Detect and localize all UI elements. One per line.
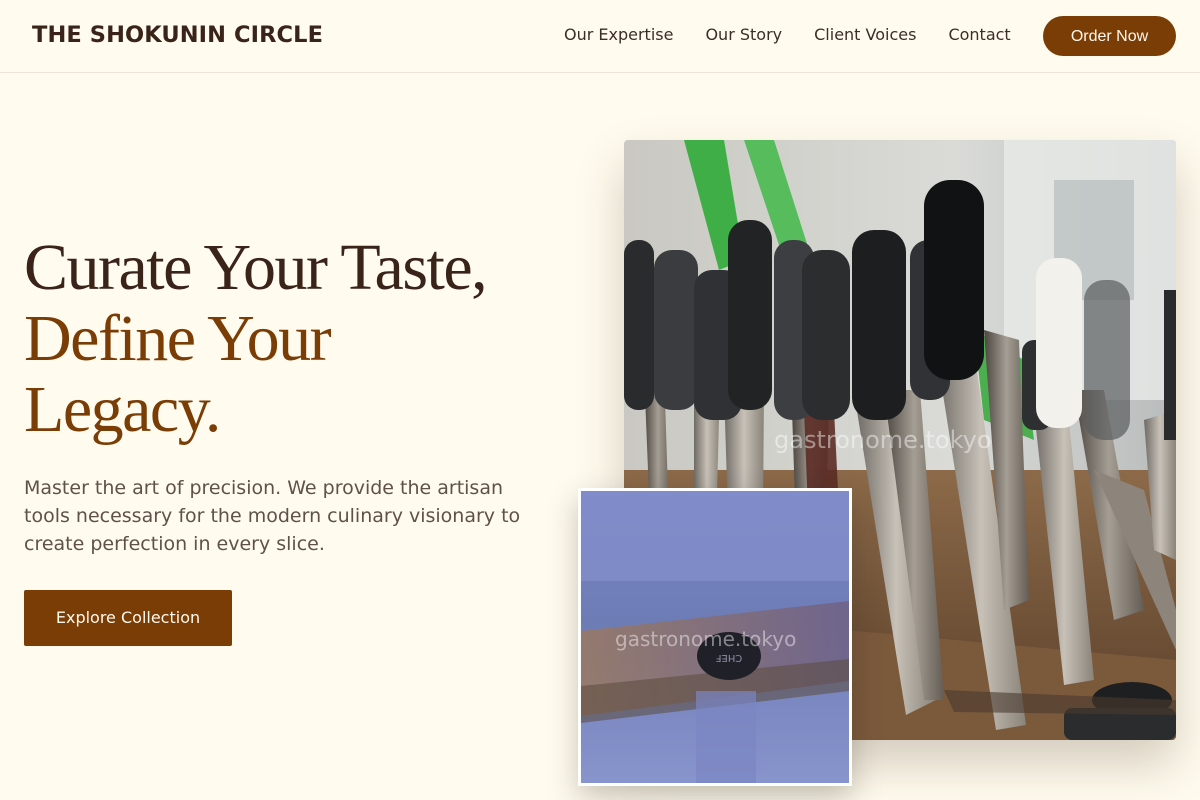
inset-handle-label: CHEF — [715, 652, 742, 663]
headline-line-1: Curate Your Taste, — [24, 231, 488, 304]
cutting-board-illustration: CHEF — [581, 491, 849, 783]
main-nav: Our Expertise Our Story Client Voices Co… — [564, 24, 1011, 46]
order-now-button[interactable]: Order Now — [1043, 16, 1176, 56]
hero-headline: Curate Your Taste, Define Your Legacy. — [24, 231, 488, 446]
nav-link-client-voices[interactable]: Client Voices — [814, 24, 916, 46]
nav-link-contact[interactable]: Contact — [948, 24, 1010, 46]
hero-subtext: Master the art of precision. We provide … — [24, 477, 521, 555]
nav-link-our-expertise[interactable]: Our Expertise — [564, 24, 673, 46]
cutting-board-photo: CHEF gastronome.tokyo — [578, 488, 852, 786]
headline-line-2: Define Your — [24, 302, 332, 375]
nav-link-our-story[interactable]: Our Story — [705, 24, 782, 46]
site-header: THE SHOKUNIN CIRCLE Our Expertise Our St… — [0, 0, 1200, 73]
headline-line-3: Legacy. — [24, 373, 221, 446]
brand-logo[interactable]: THE SHOKUNIN CIRCLE — [32, 21, 323, 49]
explore-collection-button[interactable]: Explore Collection — [24, 590, 232, 646]
